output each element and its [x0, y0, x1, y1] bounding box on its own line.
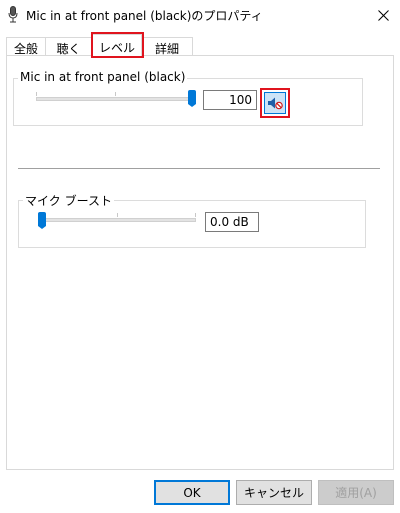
tab-general[interactable]: 全般 [6, 37, 46, 56]
close-icon [377, 9, 389, 21]
level-slider-tick [115, 92, 116, 96]
title-bar: Mic in at front panel (black)のプロパティ [0, 0, 400, 30]
separator [18, 168, 380, 169]
apply-button[interactable]: 適用(A) [318, 480, 394, 505]
level-value-field[interactable]: 100 [203, 90, 257, 110]
level-slider-thumb[interactable] [188, 90, 196, 107]
tab-levels[interactable]: レベル [92, 34, 142, 57]
ok-button[interactable]: OK [154, 480, 230, 505]
cancel-button[interactable]: キャンセル [236, 480, 312, 505]
boost-group: マイク ブースト [18, 192, 366, 248]
level-slider-tick [36, 92, 37, 96]
boost-slider-tick [195, 213, 196, 217]
mute-highlight-box [260, 88, 290, 118]
tab-label: レベル [98, 41, 135, 55]
tab-label: 聴く [56, 42, 81, 56]
boost-slider-thumb[interactable] [38, 212, 46, 229]
speaker-muted-icon [268, 97, 283, 110]
boost-slider-tick [117, 213, 118, 217]
tab-label: 全般 [13, 42, 38, 56]
window-title: Mic in at front panel (black)のプロパティ [26, 9, 263, 23]
boost-group-label: マイク ブースト [23, 192, 114, 209]
tab-label: 詳細 [154, 42, 179, 56]
microphone-icon [8, 6, 18, 23]
boost-slider-track[interactable] [38, 218, 196, 222]
close-button[interactable] [366, 0, 400, 30]
level-group-label: Mic in at front panel (black) [18, 70, 188, 84]
tab-advanced[interactable]: 詳細 [141, 37, 193, 56]
tab-listen[interactable]: 聴く [45, 37, 92, 56]
level-slider-track[interactable] [36, 97, 196, 101]
mute-button[interactable] [264, 92, 286, 114]
boost-value-field[interactable]: 0.0 dB [205, 212, 259, 232]
